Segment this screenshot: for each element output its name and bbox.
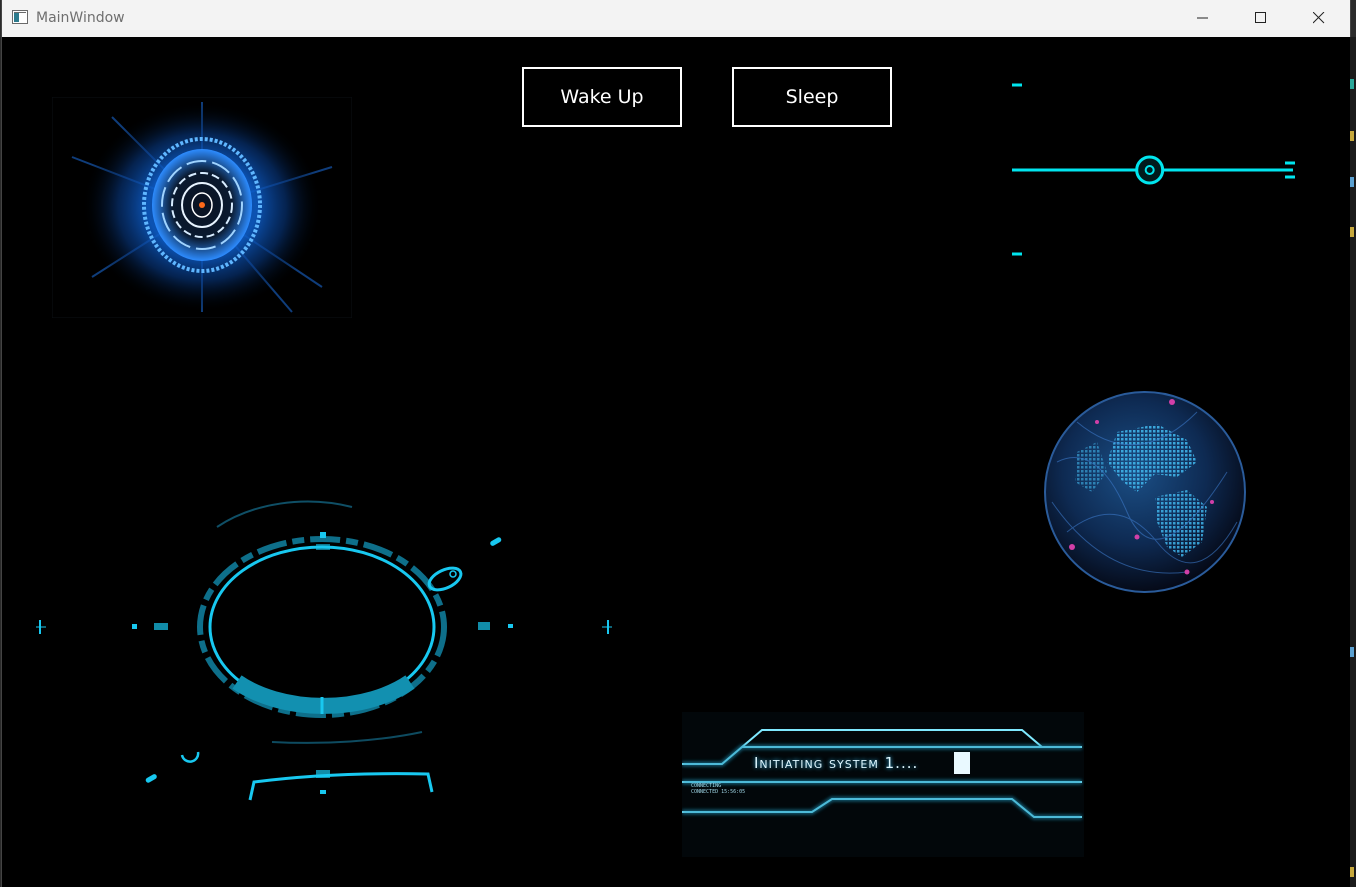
close-icon [1313, 12, 1325, 24]
title-bar[interactable]: MainWindow [2, 0, 1350, 37]
window-title: MainWindow [36, 10, 125, 26]
background-window-edge [1350, 37, 1356, 887]
minimize-button[interactable] [1180, 0, 1226, 37]
minimize-icon [1197, 17, 1208, 19]
sleep-button[interactable]: Sleep [732, 67, 892, 127]
hud-slider-widget [1012, 83, 1295, 256]
close-button[interactable] [1296, 0, 1342, 37]
maximize-icon [1255, 12, 1266, 23]
slider-handle[interactable] [1135, 155, 1165, 185]
maximize-button[interactable] [1238, 0, 1284, 37]
text-cursor [954, 752, 970, 774]
app-icon [12, 10, 28, 24]
log-line-connected: CONNECTED 15:56:05 [691, 789, 746, 795]
main-window: MainWindow Wake Up Sleep Initiating syst… [2, 0, 1350, 887]
holographic-globe [1044, 391, 1246, 593]
main-content: Wake Up Sleep Initiating system 1.... CO… [2, 37, 1350, 887]
status-message: Initiating system 1.... [754, 754, 919, 772]
wake-up-button[interactable]: Wake Up [522, 67, 682, 127]
hud-radar-ring [36, 500, 612, 801]
status-log: CONNECTING CONNECTED 15:56:05 [691, 783, 745, 795]
arc-reactor-animation [52, 97, 352, 318]
